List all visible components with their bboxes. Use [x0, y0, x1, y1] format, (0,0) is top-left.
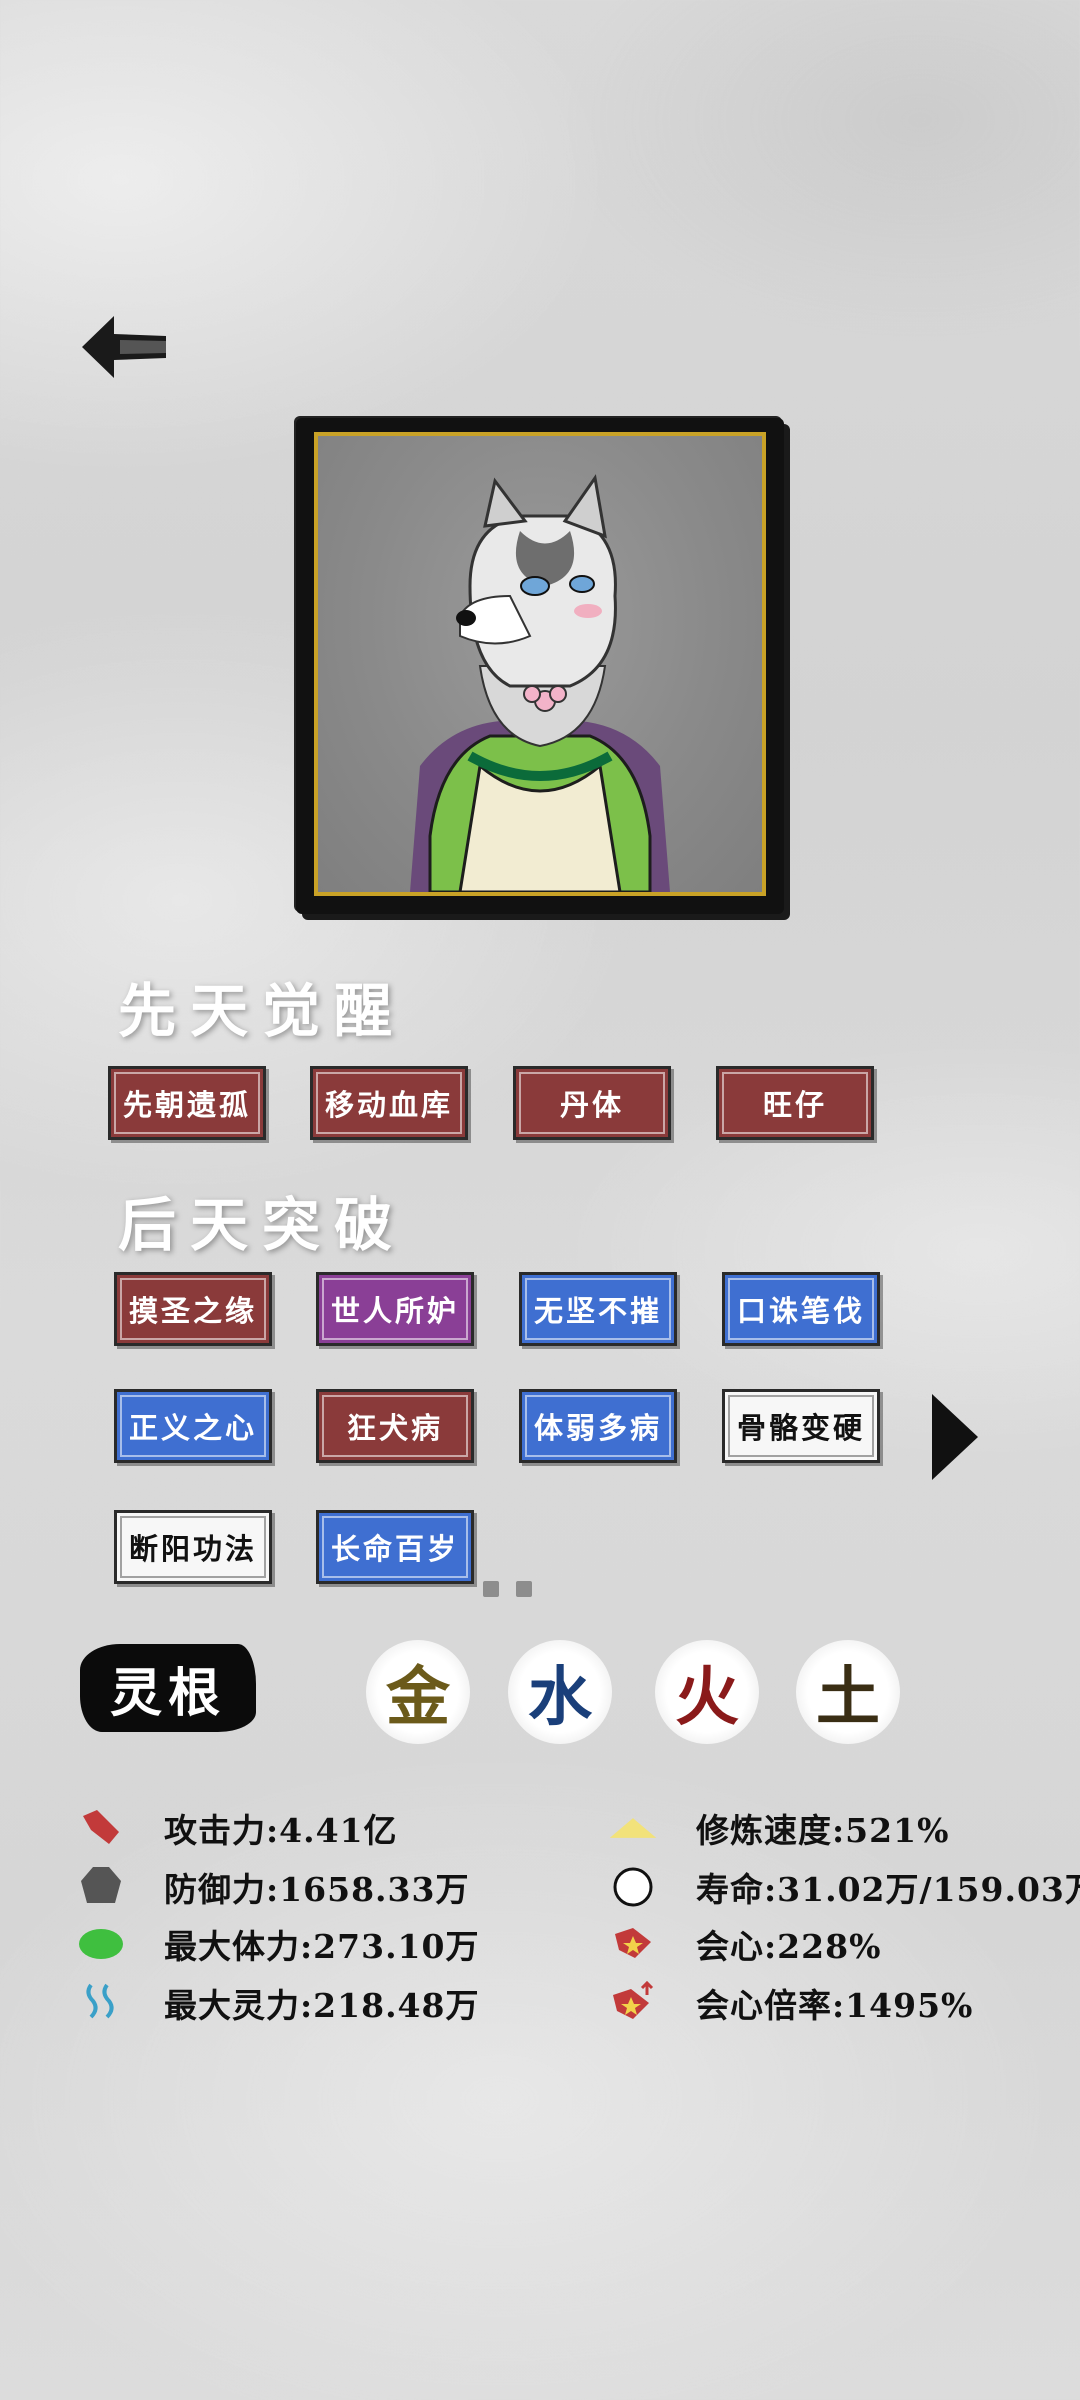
stat-cultivation-speed: 修炼速度:521%: [608, 1803, 949, 1853]
cultivation-speed-icon: [608, 1806, 658, 1850]
stat-crit-multiplier: 会心倍率:1495%: [608, 1978, 973, 2028]
acquired-trait-3[interactable]: 无坚不摧: [519, 1272, 677, 1346]
innate-trait-1[interactable]: 先朝遗孤: [108, 1066, 266, 1140]
element-fire: 火: [655, 1640, 759, 1744]
acquired-trait-1[interactable]: 摸圣之缘: [114, 1272, 272, 1346]
stat-defense: 防御力:1658.33万: [76, 1862, 469, 1912]
acquired-trait-5[interactable]: 正义之心: [114, 1389, 272, 1463]
spirit-wave-icon: [76, 1981, 126, 2025]
innate-trait-3[interactable]: 丹体: [513, 1066, 671, 1140]
acquired-trait-4[interactable]: 口诛笔伐: [722, 1272, 880, 1346]
defense-icon: [76, 1865, 126, 1909]
lifespan-icon: [608, 1865, 658, 1909]
stat-attack: 攻击力:4.41亿: [76, 1803, 398, 1853]
stat-max-hp: 最大体力:273.10万: [76, 1919, 479, 1969]
page-indicator-1: [483, 1581, 499, 1597]
crit-multiplier-icon: [608, 1981, 658, 2025]
element-metal: 金: [366, 1640, 470, 1744]
element-earth: 土: [796, 1640, 900, 1744]
innate-trait-2[interactable]: 移动血库: [310, 1066, 468, 1140]
back-arrow-icon: [82, 316, 166, 378]
acquired-trait-8[interactable]: 骨骼变硬: [722, 1389, 880, 1463]
crit-icon: [608, 1922, 658, 1966]
stat-max-spirit: 最大灵力:218.48万: [76, 1978, 479, 2028]
acquired-trait-6[interactable]: 狂犬病: [316, 1389, 474, 1463]
acquired-breakthrough-title: 后天突破: [118, 1191, 407, 1259]
stat-crit: 会心:228%: [608, 1919, 881, 1969]
health-icon: [76, 1922, 126, 1966]
chevron-right-icon: [932, 1394, 978, 1480]
wolf-character-image: [410, 474, 670, 892]
page-indicator-2: [516, 1581, 532, 1597]
acquired-trait-2[interactable]: 世人所妒: [316, 1272, 474, 1346]
character-portrait: [314, 432, 766, 896]
stat-lifespan: 寿命:31.02万/159.03万: [608, 1862, 1080, 1912]
spirit-root-label: 灵根: [80, 1644, 256, 1732]
innate-awakening-title: 先天觉醒: [118, 977, 407, 1045]
back-button[interactable]: [80, 312, 170, 382]
attack-icon: [76, 1806, 126, 1850]
character-portrait-frame: [296, 418, 784, 914]
element-water: 水: [508, 1640, 612, 1744]
next-page-button[interactable]: [930, 1392, 980, 1482]
acquired-trait-7[interactable]: 体弱多病: [519, 1389, 677, 1463]
acquired-trait-10[interactable]: 长命百岁: [316, 1510, 474, 1584]
acquired-trait-9[interactable]: 断阳功法: [114, 1510, 272, 1584]
innate-trait-4[interactable]: 旺仔: [716, 1066, 874, 1140]
